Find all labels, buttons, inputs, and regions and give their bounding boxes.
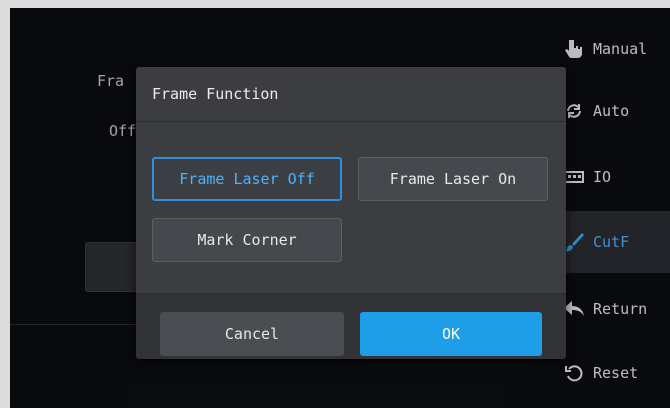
- frame-laser-off-button[interactable]: Frame Laser Off: [152, 157, 342, 201]
- dialog-title: Frame Function: [136, 67, 566, 122]
- cancel-button[interactable]: Cancel: [160, 312, 344, 356]
- frame-laser-on-button[interactable]: Frame Laser On: [358, 157, 548, 201]
- dialog-footer: Cancel OK: [136, 293, 566, 359]
- ok-button[interactable]: OK: [360, 312, 542, 356]
- mark-corner-button[interactable]: Mark Corner: [152, 218, 342, 262]
- machine-screen: Fra Off Manual Auto IO CutF Return Reset…: [10, 8, 670, 408]
- frame-function-dialog: Frame Function Frame Laser Off Frame Las…: [136, 67, 566, 359]
